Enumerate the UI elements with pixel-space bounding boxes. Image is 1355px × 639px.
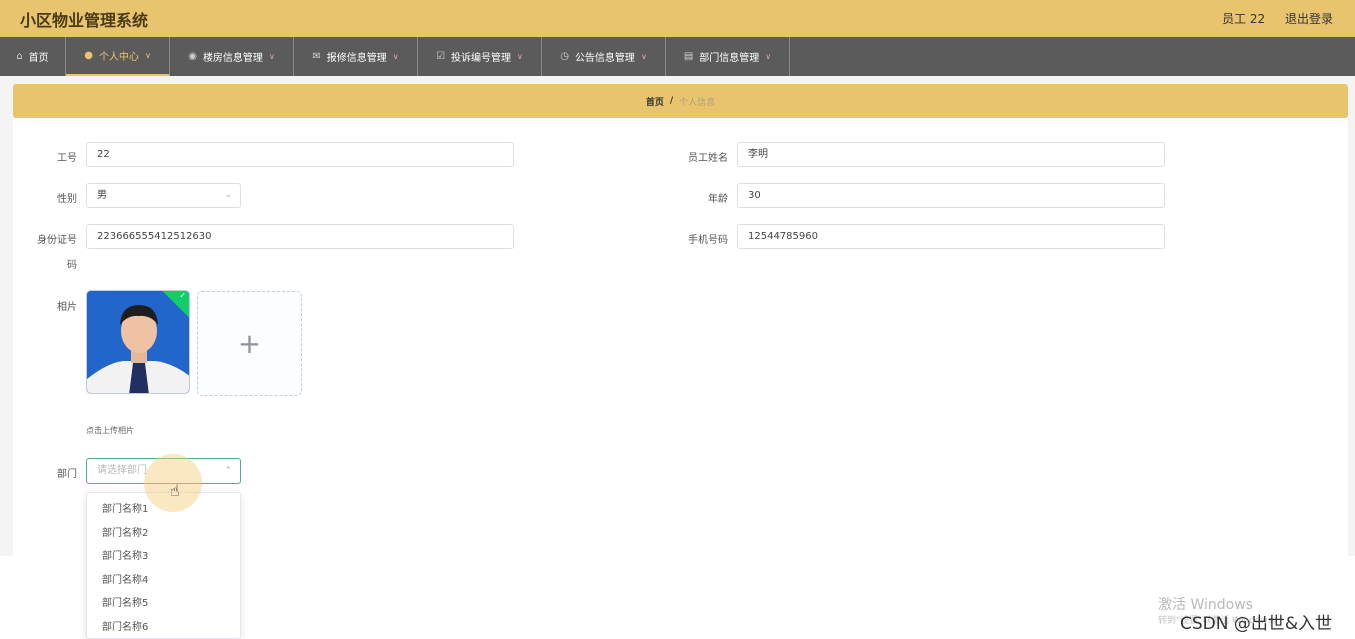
chevron-down-icon: ∨ bbox=[640, 52, 647, 61]
breadcrumb-separator: / bbox=[669, 96, 674, 106]
current-user-label: 员工 22 bbox=[1222, 12, 1266, 26]
chevron-down-icon: ∨ bbox=[765, 52, 772, 61]
department-select-placeholder: 请选择部门 bbox=[97, 465, 147, 476]
id-number-label: 身份证号 码 bbox=[30, 231, 77, 271]
logout-link[interactable]: 退出登录 bbox=[1285, 12, 1333, 26]
id-number-label-line2: 码 bbox=[67, 260, 77, 271]
add-photo-button[interactable]: + bbox=[197, 291, 302, 396]
nav-item-label: 个人中心 bbox=[98, 52, 139, 63]
nav-item-home[interactable]: ⌂ 首页 bbox=[0, 37, 66, 76]
home-icon: ⌂ bbox=[16, 51, 23, 62]
dropdown-option[interactable]: 部门名称4 bbox=[87, 569, 240, 593]
chevron-down-icon: ∨ bbox=[517, 52, 523, 61]
nav-item-label: 投诉编号管理 bbox=[451, 53, 512, 64]
plus-icon: + bbox=[237, 327, 262, 360]
gender-label: 性别 bbox=[57, 194, 77, 205]
csdn-watermark: CSDN @出世&入世 bbox=[1180, 614, 1333, 634]
main-nav-bar: ⌂ 首页 ● 个人中心 ∨ ◉ 楼房信息管理 ∨ ✉ 报修信息管理 ∨ ☑ 投诉… bbox=[0, 37, 1355, 76]
id-number-input[interactable]: 223666555412512630 bbox=[86, 224, 514, 249]
department-label: 部门 bbox=[57, 469, 77, 480]
user-area: 员工 22 退出登录 bbox=[1206, 10, 1333, 27]
check-icon: ✓ bbox=[179, 291, 186, 300]
dropdown-option[interactable]: 部门名称5 bbox=[87, 592, 240, 616]
pin-icon: ◉ bbox=[188, 51, 197, 62]
department-dropdown: 部门名称1 部门名称2 部门名称3 部门名称4 部门名称5 部门名称6 bbox=[86, 492, 241, 639]
nav-item-label: 楼房信息管理 bbox=[202, 53, 263, 64]
age-label: 年龄 bbox=[708, 194, 728, 205]
dropdown-option[interactable]: 部门名称3 bbox=[87, 545, 240, 569]
employee-no-input[interactable]: 22 bbox=[86, 142, 514, 167]
nav-item-label: 报修信息管理 bbox=[326, 53, 387, 64]
gender-select[interactable]: 男 ⌄ bbox=[86, 183, 241, 208]
chevron-down-icon: ∨ bbox=[268, 52, 275, 61]
clock-icon: ◷ bbox=[560, 51, 569, 62]
chevron-down-icon: ⌄ bbox=[224, 190, 232, 200]
phone-input[interactable]: 12544785960 bbox=[737, 224, 1165, 249]
top-header: 小区物业管理系统 员工 22 退出登录 bbox=[0, 0, 1355, 37]
employee-name-label: 员工姓名 bbox=[688, 153, 728, 164]
nav-item-label: 公告信息管理 bbox=[574, 53, 635, 64]
employee-no-label: 工号 bbox=[57, 153, 77, 164]
nav-item-label: 部门信息管理 bbox=[699, 53, 760, 64]
employee-name-input[interactable]: 李明 bbox=[737, 142, 1165, 167]
phone-label: 手机号码 bbox=[688, 235, 728, 246]
id-number-label-line1: 身份证号 bbox=[37, 235, 77, 246]
nav-item-building-info[interactable]: ◉ 楼房信息管理 ∨ bbox=[170, 37, 294, 76]
chevron-down-icon: ∨ bbox=[392, 52, 399, 61]
upload-hint: 点击上传相片 bbox=[86, 426, 134, 435]
envelope-check-icon: ☑ bbox=[436, 51, 446, 62]
breadcrumb-current: 个人信息 bbox=[679, 97, 716, 108]
dropdown-option[interactable]: 部门名称2 bbox=[87, 522, 240, 546]
chevron-up-icon: ⌃ bbox=[224, 466, 232, 476]
nav-item-notice[interactable]: ◷ 公告信息管理 ∨ bbox=[542, 37, 666, 76]
breadcrumb-home[interactable]: 首页 bbox=[646, 95, 664, 108]
portrait-image bbox=[87, 291, 189, 393]
nav-item-personal-center[interactable]: ● 个人中心 ∨ bbox=[66, 37, 170, 76]
mail-icon: ✉ bbox=[312, 51, 321, 62]
nav-item-repair-info[interactable]: ✉ 报修信息管理 ∨ bbox=[294, 37, 418, 76]
nav-item-department[interactable]: ▤ 部门信息管理 ∨ bbox=[666, 37, 790, 76]
nav-item-label: 首页 bbox=[28, 53, 49, 64]
uploaded-photo-thumbnail[interactable]: ✓ bbox=[86, 290, 190, 394]
system-title: 小区物业管理系统 bbox=[20, 11, 149, 30]
breadcrumb: 首页 / 个人信息 bbox=[13, 84, 1348, 118]
hand-pointer-icon: ☝ bbox=[170, 481, 180, 500]
clipboard-icon: ▤ bbox=[683, 51, 694, 62]
nav-item-complaint[interactable]: ☑ 投诉编号管理 ∨ bbox=[418, 37, 542, 76]
age-input[interactable]: 30 bbox=[737, 183, 1165, 208]
chevron-down-icon: ∨ bbox=[144, 51, 151, 60]
photo-label: 相片 bbox=[57, 302, 77, 313]
dropdown-option[interactable]: 部门名称6 bbox=[87, 616, 240, 638]
gender-select-value: 男 bbox=[97, 190, 107, 201]
user-icon: ● bbox=[84, 50, 93, 61]
